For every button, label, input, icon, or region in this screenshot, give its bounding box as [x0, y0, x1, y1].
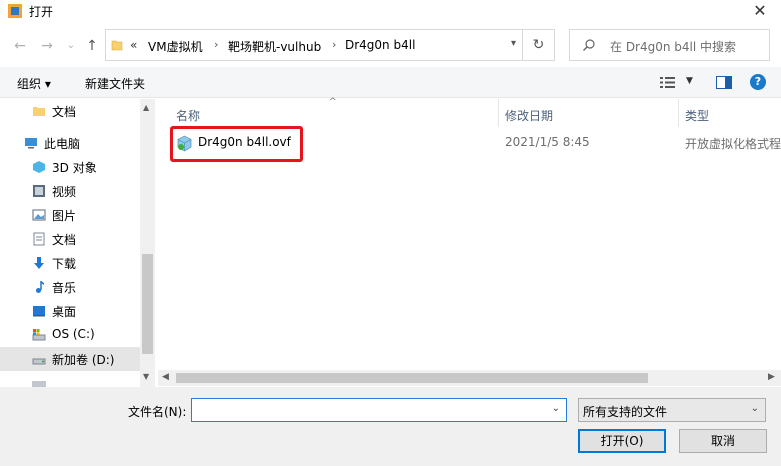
- download-icon: [34, 257, 44, 269]
- scroll-left-arrow[interactable]: ◀: [162, 372, 169, 382]
- new-folder-button[interactable]: 新建文件夹: [85, 75, 145, 92]
- file-type-filter[interactable]: 所有支持的文件 ⌄: [578, 398, 766, 422]
- file-type: 开放虚拟化格式程: [685, 137, 781, 151]
- close-button[interactable]: ✕: [747, 0, 773, 22]
- filename-label: 文件名(N):: [128, 405, 187, 419]
- highlight-annotation: [170, 126, 303, 162]
- drive-d-icon: [32, 358, 46, 365]
- horizontal-scrollbar[interactable]: ◀ ▶: [158, 370, 781, 386]
- column-divider[interactable]: [678, 99, 679, 127]
- forward-button[interactable]: →: [38, 36, 56, 56]
- folder-icon: [111, 40, 123, 51]
- sidebar-item-label: 图片: [52, 209, 77, 223]
- music-icon: [36, 281, 44, 293]
- video-icon: [33, 185, 45, 197]
- organize-button[interactable]: 组织 ▾: [17, 75, 51, 92]
- computer-icon: [25, 138, 37, 149]
- chevron-down-icon[interactable]: ▾: [511, 38, 516, 49]
- command-bar: 组织 ▾ 新建文件夹 ▼ ?: [0, 67, 781, 98]
- title-bar: 打开 ✕: [0, 0, 781, 22]
- breadcrumb-separator[interactable]: ›: [214, 38, 218, 51]
- column-header-date[interactable]: 修改日期: [505, 107, 553, 124]
- sidebar-item-documents[interactable]: 文档: [0, 227, 140, 251]
- search-box[interactable]: 在 Dr4g0n b4ll 中搜索: [569, 29, 770, 61]
- up-button[interactable]: ↑: [83, 36, 101, 56]
- sidebar-item-label: 桌面: [52, 305, 77, 319]
- column-header-name[interactable]: 名称: [176, 107, 200, 124]
- breadcrumb-current[interactable]: Dr4g0n b4ll: [345, 38, 415, 52]
- sidebar-item-desktop[interactable]: 桌面: [0, 299, 140, 323]
- sidebar-item-pictures[interactable]: 图片: [0, 203, 140, 227]
- sidebar-item-label: 音乐: [52, 281, 77, 295]
- view-dropdown-icon[interactable]: ▼: [686, 76, 693, 86]
- sidebar-item-downloads[interactable]: 下载: [0, 251, 140, 275]
- filename-field[interactable]: ⌄: [191, 398, 567, 422]
- navigation-bar: ← → ⌄ ↑ « VM虚拟机 › 靶场靶机-vulhub › Dr4g0n b…: [0, 29, 781, 63]
- breadcrumb-overflow[interactable]: «: [130, 38, 137, 52]
- sidebar-item-label: 视频: [52, 185, 77, 199]
- back-button[interactable]: ←: [11, 36, 29, 56]
- sidebar-item-label: 3D 对象: [52, 161, 97, 175]
- sidebar-item-drive-d[interactable]: 新加卷 (D:): [0, 347, 140, 371]
- column-divider[interactable]: [498, 99, 499, 127]
- app-icon: [8, 4, 22, 18]
- search-icon: [583, 39, 595, 51]
- chevron-down-icon[interactable]: ⌄: [552, 403, 560, 414]
- sidebar-item-label: 新加卷 (D:): [52, 353, 115, 367]
- sidebar-item-videos[interactable]: 视频: [0, 179, 140, 203]
- scroll-up-arrow[interactable]: ▲: [143, 103, 149, 112]
- documents-icon: [33, 232, 45, 246]
- chevron-down-icon[interactable]: ⌄: [751, 403, 759, 414]
- search-placeholder: 在 Dr4g0n b4ll 中搜索: [610, 40, 737, 54]
- file-date: 2021/1/5 8:45: [505, 135, 590, 149]
- open-button[interactable]: 打开(O): [578, 429, 666, 453]
- scrollbar-thumb[interactable]: [176, 373, 648, 383]
- 3d-objects-icon: [33, 161, 45, 173]
- view-options-icon[interactable]: [660, 76, 676, 89]
- breadcrumb-separator[interactable]: ›: [332, 38, 336, 51]
- recent-locations-button[interactable]: ⌄: [62, 36, 80, 56]
- sidebar-item-drive-c[interactable]: OS (C:): [0, 323, 140, 347]
- breadcrumb-vulhub[interactable]: 靶场靶机-vulhub: [228, 38, 321, 55]
- folder-icon: [33, 107, 45, 116]
- sidebar-item-label: 此电脑: [44, 137, 81, 151]
- help-icon[interactable]: ?: [750, 74, 766, 90]
- scroll-down-arrow[interactable]: ▼: [143, 372, 149, 381]
- scrollbar-thumb[interactable]: [142, 254, 153, 354]
- sort-ascending-icon: ^: [329, 97, 337, 107]
- sidebar-item-label: OS (C:): [52, 327, 95, 341]
- sidebar-scrollbar[interactable]: ▲ ▼: [140, 99, 155, 387]
- sidebar-item-documents-quick[interactable]: 文档: [0, 99, 140, 123]
- window-title: 打开: [29, 5, 54, 19]
- drive-c-icon: [32, 329, 46, 341]
- cancel-button[interactable]: 取消: [679, 429, 767, 453]
- desktop-icon: [33, 306, 45, 317]
- refresh-button[interactable]: ↻: [523, 29, 555, 61]
- sidebar-item-this-pc[interactable]: 此电脑: [0, 131, 140, 155]
- bottom-panel: 文件名(N): ⌄ 所有支持的文件 ⌄ 打开(O) 取消: [0, 387, 781, 466]
- address-bar[interactable]: « VM虚拟机 › 靶场靶机-vulhub › Dr4g0n b4ll ▾: [105, 29, 523, 61]
- sidebar-item-3d-objects[interactable]: 3D 对象: [0, 155, 140, 179]
- filter-value: 所有支持的文件: [583, 405, 668, 419]
- column-header-type[interactable]: 类型: [685, 107, 709, 124]
- breadcrumb-vm[interactable]: VM虚拟机: [148, 38, 203, 55]
- sidebar-item-label: 文档: [52, 105, 77, 119]
- sidebar-item-label: 文档: [52, 233, 77, 247]
- scroll-right-arrow[interactable]: ▶: [768, 372, 775, 382]
- sidebar-item-music[interactable]: 音乐: [0, 275, 140, 299]
- navigation-pane: 文档 此电脑 3D 对象 视频 图片 文档 下载 音乐 桌面 OS (C:) 新…: [0, 99, 155, 387]
- sidebar-item-label: 下载: [52, 257, 77, 271]
- preview-pane-icon[interactable]: [716, 76, 732, 89]
- pictures-icon: [32, 209, 46, 221]
